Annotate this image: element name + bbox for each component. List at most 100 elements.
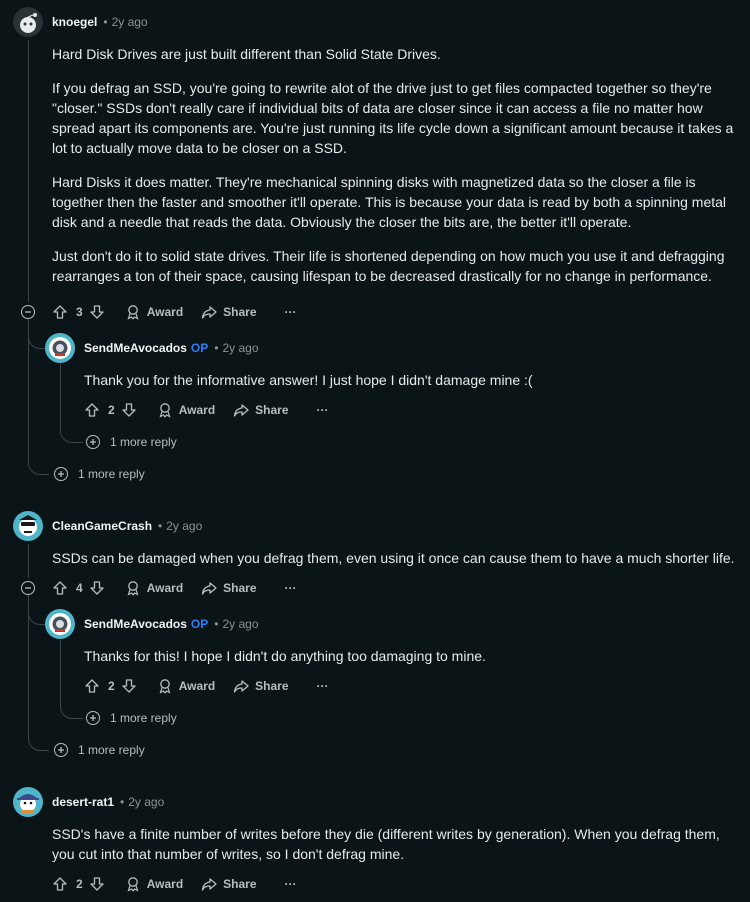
plus-circle-icon <box>86 435 100 449</box>
reply-meta: SendMeAvocados OP • 2y ago <box>84 341 259 355</box>
share-icon <box>202 306 217 319</box>
share-label: Share <box>255 403 289 417</box>
share-button[interactable]: Share <box>233 678 289 694</box>
award-icon <box>127 581 139 596</box>
share-button[interactable]: Share <box>201 580 257 596</box>
more-options-button[interactable]: ··· <box>285 877 297 891</box>
author-name[interactable]: SendMeAvocados <box>84 617 187 631</box>
more-replies-link[interactable]: 1 more reply <box>54 465 145 483</box>
share-icon <box>202 582 217 595</box>
more-replies-label: 1 more reply <box>78 467 145 481</box>
arrow-up-icon <box>53 581 67 595</box>
more-options-button[interactable]: ··· <box>285 305 297 319</box>
comment-paragraph: Just don't do it to solid state drives. … <box>52 248 725 284</box>
more-options-button[interactable]: ··· <box>285 581 297 595</box>
share-label: Share <box>223 877 257 891</box>
award-button[interactable]: Award <box>125 876 183 892</box>
avatar[interactable] <box>13 511 43 541</box>
share-icon <box>234 404 249 417</box>
comment-actions: 2 Award Share ··· <box>52 873 297 895</box>
op-badge: OP <box>190 341 209 355</box>
timestamp[interactable]: 2y ago <box>166 519 202 533</box>
upvote-button[interactable] <box>52 876 68 892</box>
upvote-button[interactable] <box>52 580 68 596</box>
author-name[interactable]: SendMeAvocados <box>84 341 187 355</box>
upvote-button[interactable] <box>84 402 100 418</box>
award-label: Award <box>178 679 216 693</box>
share-button[interactable]: Share <box>233 402 289 418</box>
timestamp[interactable]: 2y ago <box>222 617 258 631</box>
comment-paragraph: Hard Disks it does matter. They're mecha… <box>52 174 727 230</box>
downvote-button[interactable] <box>89 876 105 892</box>
author-name[interactable]: CleanGameCrash <box>52 519 152 533</box>
award-button[interactable]: Award <box>125 304 183 320</box>
share-button[interactable]: Share <box>201 304 257 320</box>
thread-line <box>28 40 29 302</box>
comment-paragraph: SSD's have a finite number of writes bef… <box>52 826 720 862</box>
upvote-button[interactable] <box>84 678 100 694</box>
thread-elbow <box>28 440 49 475</box>
award-label: Award <box>146 581 184 595</box>
thread-elbow <box>60 410 83 443</box>
more-replies-link[interactable]: 1 more reply <box>54 741 145 759</box>
avatar[interactable] <box>13 7 43 37</box>
op-badge: OP <box>190 617 209 631</box>
upvote-button[interactable] <box>52 304 68 320</box>
arrow-down-icon <box>90 305 104 319</box>
more-replies-link[interactable]: 1 more reply <box>86 709 177 727</box>
minus-circle-icon <box>25 311 31 313</box>
share-button[interactable]: Share <box>201 876 257 892</box>
vote-count: 2 <box>108 679 115 693</box>
author-name[interactable]: knoegel <box>52 15 97 29</box>
arrow-down-icon <box>90 581 104 595</box>
award-button[interactable]: Award <box>125 580 183 596</box>
vote-count: 2 <box>76 877 83 891</box>
thread-line <box>60 640 61 688</box>
comment-paragraph: SSDs can be damaged when you defrag them… <box>52 550 735 566</box>
comment-actions: 4 Award Share ··· <box>52 577 297 599</box>
reply-text: Thank you for the informative answer! I … <box>84 372 533 388</box>
thread-line <box>60 364 61 412</box>
arrow-down-icon <box>90 877 104 891</box>
award-icon <box>127 305 139 320</box>
comment-meta: CleanGameCrash • 2y ago <box>52 519 203 533</box>
plus-circle-icon <box>54 743 68 757</box>
share-icon <box>234 680 249 693</box>
vote-count: 2 <box>108 403 115 417</box>
comment-paragraph: If you defrag an SSD, you're going to re… <box>52 80 734 156</box>
reply-actions: 2 Award Share ··· <box>84 399 329 421</box>
downvote-button[interactable] <box>121 402 137 418</box>
award-button[interactable]: Award <box>157 402 215 418</box>
plus-circle-icon <box>86 711 100 725</box>
award-label: Award <box>146 877 184 891</box>
author-name[interactable]: desert-rat1 <box>52 795 114 809</box>
more-options-button[interactable]: ··· <box>317 679 329 693</box>
avatar[interactable] <box>13 787 43 817</box>
more-options-button[interactable]: ··· <box>317 403 329 417</box>
award-label: Award <box>146 305 184 319</box>
timestamp[interactable]: 2y ago <box>112 15 148 29</box>
downvote-button[interactable] <box>121 678 137 694</box>
thread-line <box>28 544 29 578</box>
arrow-down-icon <box>122 679 136 693</box>
comment-meta: desert-rat1 • 2y ago <box>52 795 165 809</box>
share-label: Share <box>223 581 257 595</box>
award-icon <box>159 403 171 418</box>
thread-elbow <box>28 716 49 751</box>
timestamp[interactable]: 2y ago <box>128 795 164 809</box>
downvote-button[interactable] <box>89 580 105 596</box>
downvote-button[interactable] <box>89 304 105 320</box>
award-button[interactable]: Award <box>157 678 215 694</box>
collapse-thread-button[interactable] <box>21 581 35 595</box>
timestamp[interactable]: 2y ago <box>222 341 258 355</box>
comment-body: SSD's have a finite number of writes bef… <box>52 824 738 878</box>
avatar[interactable] <box>45 333 75 363</box>
avatar[interactable] <box>45 609 75 639</box>
arrow-up-icon <box>53 305 67 319</box>
arrow-up-icon <box>85 679 99 693</box>
award-icon <box>159 679 171 694</box>
more-replies-link[interactable]: 1 more reply <box>86 433 177 451</box>
collapse-thread-button[interactable] <box>21 305 35 319</box>
share-label: Share <box>255 679 289 693</box>
plus-circle-icon <box>54 467 68 481</box>
